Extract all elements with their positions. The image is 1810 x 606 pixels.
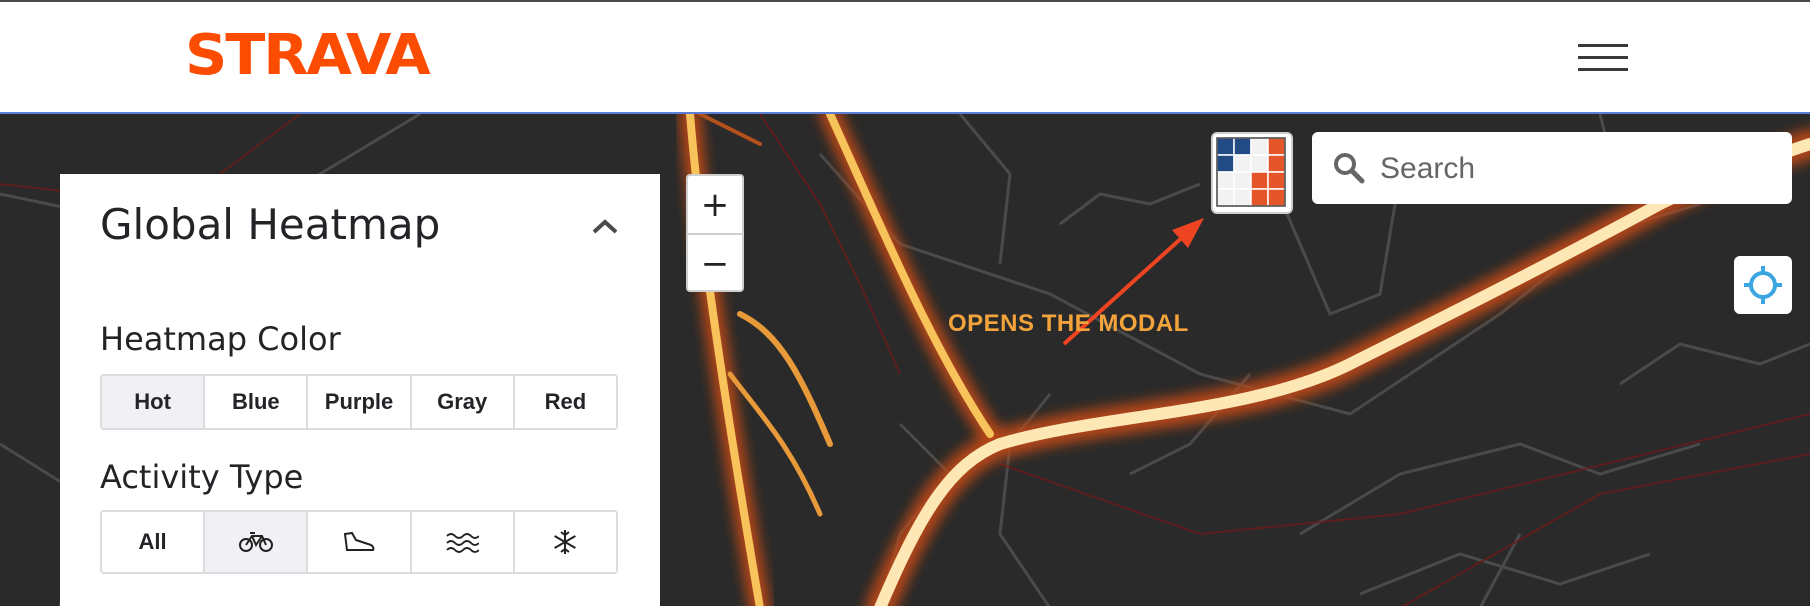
- annotation-label: OPENS THE MODAL: [948, 310, 1189, 337]
- panel-title: Global Heatmap: [100, 200, 441, 249]
- zoom-in-button[interactable]: +: [688, 176, 742, 233]
- color-option-gray[interactable]: Gray: [409, 376, 513, 428]
- locate-button[interactable]: [1734, 256, 1792, 314]
- activity-type-label: Activity Type: [100, 458, 304, 496]
- color-option-red[interactable]: Red: [512, 376, 616, 428]
- color-option-purple[interactable]: Purple: [306, 376, 410, 428]
- search-icon: [1334, 153, 1365, 184]
- top-navigation-bar: STRAVA: [0, 0, 1810, 112]
- heatmap-settings-panel: Global Heatmap Heatmap Color Hot Blue Pu…: [60, 174, 660, 606]
- map-search-box: [1312, 132, 1792, 204]
- activity-option-ride[interactable]: [203, 512, 307, 572]
- activity-option-winter[interactable]: [512, 512, 616, 572]
- water-icon: [446, 533, 480, 553]
- heatmap-color-selector: Hot Blue Purple Gray Red: [100, 374, 618, 430]
- zoom-control: + −: [686, 174, 744, 292]
- chevron-up-icon[interactable]: [590, 214, 620, 240]
- zoom-out-button[interactable]: −: [688, 233, 742, 292]
- snowflake-icon: [554, 530, 577, 554]
- heatmap-map[interactable]: Global Heatmap Heatmap Color Hot Blue Pu…: [0, 112, 1810, 606]
- color-option-hot[interactable]: Hot: [102, 376, 204, 428]
- bike-icon: [238, 532, 273, 552]
- color-option-blue[interactable]: Blue: [203, 376, 307, 428]
- map-style-button[interactable]: [1211, 132, 1293, 214]
- search-input[interactable]: [1378, 142, 1782, 196]
- locate-crosshair-icon: [1744, 266, 1782, 304]
- map-style-grid-icon: [1216, 137, 1286, 207]
- activity-type-selector: All: [100, 510, 618, 574]
- activity-option-run[interactable]: [306, 512, 410, 572]
- activity-option-water[interactable]: [409, 512, 513, 572]
- activity-option-all[interactable]: All: [102, 512, 204, 572]
- heatmap-color-label: Heatmap Color: [100, 320, 341, 358]
- strava-logo[interactable]: STRAVA: [185, 28, 431, 84]
- shoe-icon: [343, 531, 375, 551]
- hamburger-icon[interactable]: [1578, 40, 1628, 74]
